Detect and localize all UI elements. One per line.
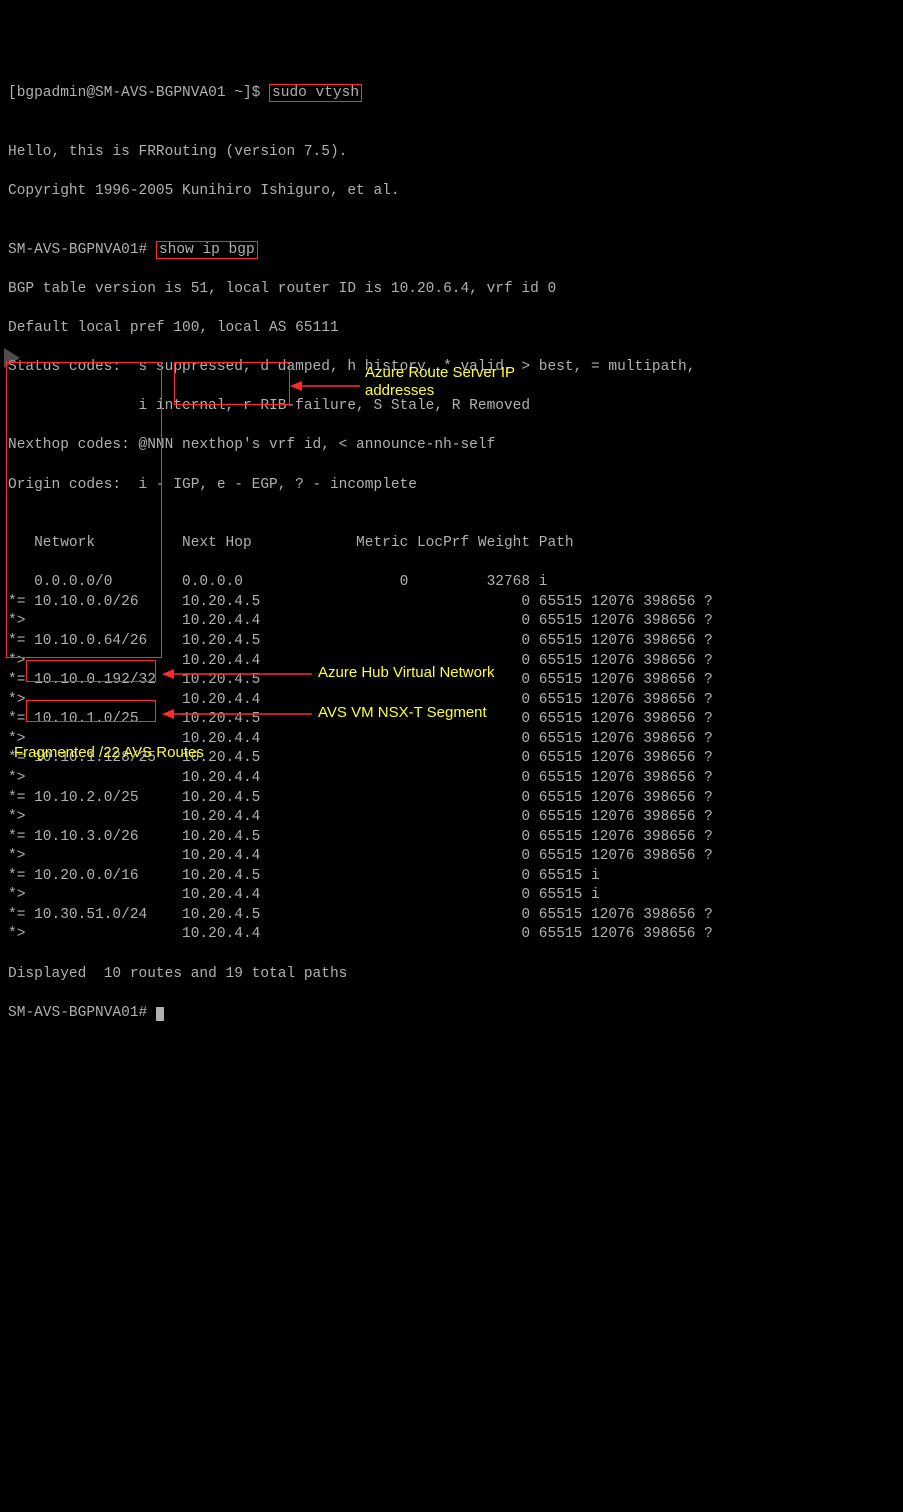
- annotation-fragmented: Fragmented /22 AVS Routes: [14, 744, 204, 762]
- arrow-route-server: [290, 376, 360, 396]
- bgp-info-4: i internal, r RIB-failure, S Stale, R Re…: [8, 397, 895, 417]
- cmd-1[interactable]: sudo vtysh: [272, 85, 359, 101]
- route-row: *> 10.20.4.4 0 65515 12076 398656 ?: [8, 769, 895, 789]
- prompt-line-1: [bgpadmin@SM-AVS-BGPNVA01 ~]$ sudo vtysh: [8, 84, 895, 104]
- route-row: *= 10.10.0.0/26 10.20.4.5 0 65515 12076 …: [8, 593, 895, 613]
- table-header: Network Next Hop Metric LocPrf Weight Pa…: [8, 534, 895, 554]
- hello-2: Copyright 1996-2005 Kunihiro Ishiguro, e…: [8, 182, 895, 202]
- route-row: *> 10.20.4.4 0 65515 12076 398656 ?: [8, 847, 895, 867]
- highlight-cmd-1: sudo vtysh: [269, 84, 362, 102]
- hello-1: Hello, this is FRRouting (version 7.5).: [8, 143, 895, 163]
- route-row: *= 10.10.3.0/26 10.20.4.5 0 65515 12076 …: [8, 828, 895, 848]
- highlight-cmd-2: show ip bgp: [156, 241, 258, 259]
- prompt-line-3: SM-AVS-BGPNVA01#: [8, 1004, 895, 1024]
- prompt-frr: SM-AVS-BGPNVA01#: [8, 1005, 156, 1021]
- annotation-nsx-seg: AVS VM NSX-T Segment: [318, 704, 487, 722]
- prompt-line-2: SM-AVS-BGPNVA01# show ip bgp: [8, 241, 895, 261]
- annotation-hub-vnet: Azure Hub Virtual Network: [318, 664, 494, 682]
- cmd-2[interactable]: show ip bgp: [159, 242, 255, 258]
- route-row: *> 10.20.4.4 0 65515 12076 398656 ?: [8, 808, 895, 828]
- route-row: 0.0.0.0/0 0.0.0.0 0 32768 i: [8, 573, 895, 593]
- bgp-info-1: BGP table version is 51, local router ID…: [8, 280, 895, 300]
- cursor-icon[interactable]: [156, 1007, 164, 1021]
- route-row: *= 10.10.2.0/25 10.20.4.5 0 65515 12076 …: [8, 789, 895, 809]
- route-row: *> 10.20.4.4 0 65515 12076 398656 ?: [8, 612, 895, 632]
- bgp-info-2: Default local pref 100, local AS 65111: [8, 319, 895, 339]
- bgp-info-6: Origin codes: i - IGP, e - EGP, ? - inco…: [8, 476, 895, 496]
- annotation-route-server: Azure Route Server IP addresses: [365, 364, 525, 400]
- route-row: *= 10.10.0.64/26 10.20.4.5 0 65515 12076…: [8, 632, 895, 652]
- bgp-info-5: Nexthop codes: @NNN nexthop's vrf id, < …: [8, 436, 895, 456]
- route-row: *= 10.20.0.0/16 10.20.4.5 0 65515 i: [8, 867, 895, 887]
- prompt-frr: SM-AVS-BGPNVA01#: [8, 242, 156, 258]
- displayed-summary: Displayed 10 routes and 19 total paths: [8, 965, 895, 985]
- route-row: *= 10.30.51.0/24 10.20.4.5 0 65515 12076…: [8, 906, 895, 926]
- route-row: *> 10.20.4.4 0 65515 i: [8, 886, 895, 906]
- prompt-user: [bgpadmin@SM-AVS-BGPNVA01 ~]$: [8, 85, 269, 101]
- route-row: *> 10.20.4.4 0 65515 12076 398656 ?: [8, 925, 895, 945]
